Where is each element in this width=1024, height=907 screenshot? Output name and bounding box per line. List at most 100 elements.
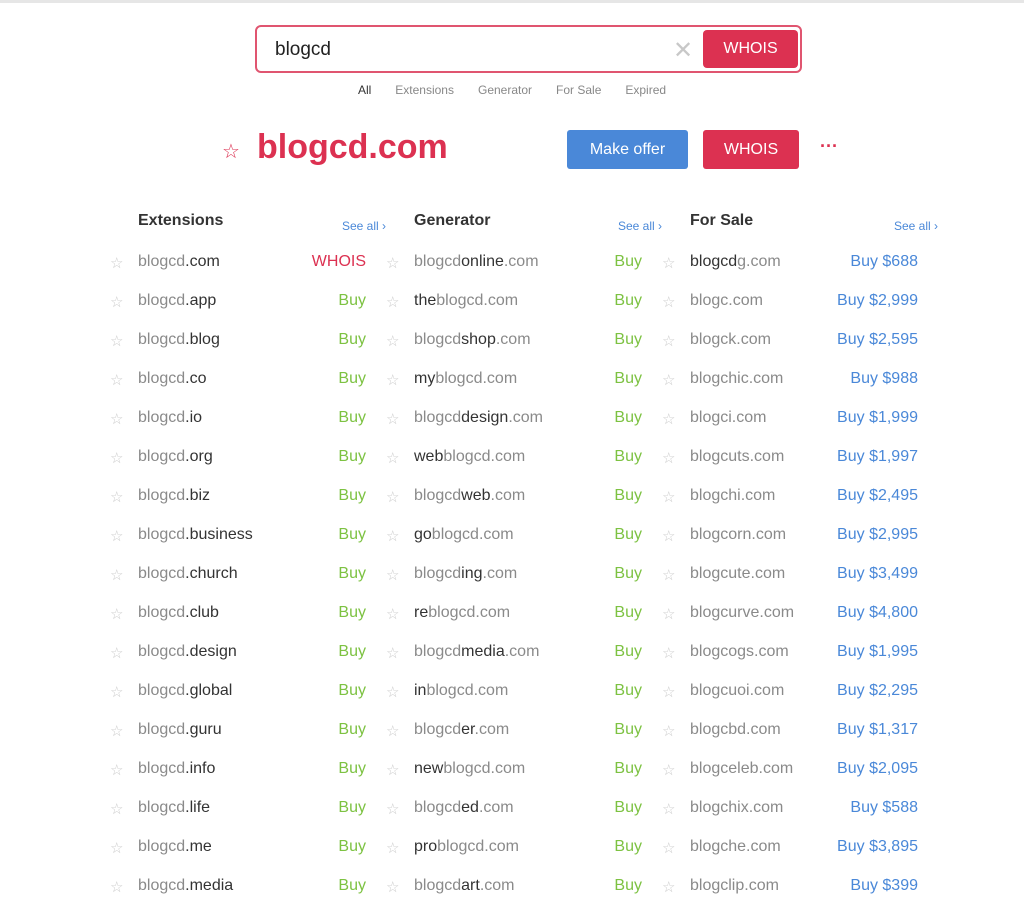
price-action[interactable]: Buy $1,999 [837, 409, 918, 427]
domain-name[interactable]: blogche.com [690, 838, 781, 856]
star-icon[interactable]: ☆ [110, 410, 123, 428]
domain-name[interactable]: blogcdonline.com [414, 253, 539, 271]
domain-name[interactable]: blogcd.business [138, 526, 253, 544]
buy-action[interactable]: Buy [338, 526, 366, 544]
buy-action[interactable]: Buy [614, 565, 642, 583]
star-icon[interactable]: ☆ [662, 527, 675, 545]
domain-name[interactable]: inblogcd.com [414, 682, 508, 700]
domain-name[interactable]: blogcdart.com [414, 877, 515, 895]
domain-name[interactable]: reblogcd.com [414, 604, 510, 622]
star-icon[interactable]: ☆ [110, 371, 123, 389]
star-icon[interactable]: ☆ [386, 839, 399, 857]
buy-action[interactable]: Buy [614, 370, 642, 388]
star-icon[interactable]: ☆ [110, 683, 123, 701]
star-icon[interactable]: ☆ [662, 761, 675, 779]
domain-name[interactable]: blogcute.com [690, 565, 785, 583]
domain-name[interactable]: blogci.com [690, 409, 766, 427]
price-action[interactable]: Buy $4,800 [837, 604, 918, 622]
star-icon[interactable]: ☆ [110, 488, 123, 506]
star-icon[interactable]: ☆ [386, 410, 399, 428]
star-icon[interactable]: ☆ [662, 332, 675, 350]
star-icon[interactable]: ☆ [110, 644, 123, 662]
buy-action[interactable]: Buy [614, 292, 642, 310]
buy-action[interactable]: Buy [614, 721, 642, 739]
star-icon[interactable]: ☆ [662, 839, 675, 857]
price-action[interactable]: Buy $1,317 [837, 721, 918, 739]
tab-extensions[interactable]: Extensions [395, 83, 454, 97]
see-all-link[interactable]: See all › [894, 219, 938, 233]
domain-name[interactable]: blogcd.biz [138, 487, 210, 505]
buy-action[interactable]: Buy [338, 877, 366, 895]
domain-name[interactable]: blogcd.info [138, 760, 215, 778]
domain-name[interactable]: webblogcd.com [414, 448, 525, 466]
buy-action[interactable]: Buy [338, 487, 366, 505]
search-input[interactable] [275, 37, 655, 63]
buy-action[interactable]: Buy [614, 877, 642, 895]
tab-expired[interactable]: Expired [625, 83, 666, 97]
domain-name[interactable]: blogcd.org [138, 448, 213, 466]
price-action[interactable]: Buy $2,495 [837, 487, 918, 505]
buy-action[interactable]: Buy [614, 838, 642, 856]
star-icon[interactable]: ☆ [386, 254, 399, 272]
buy-action[interactable]: Buy [338, 799, 366, 817]
domain-name[interactable]: blogcdweb.com [414, 487, 525, 505]
star-icon[interactable]: ☆ [662, 293, 675, 311]
domain-name[interactable]: blogceleb.com [690, 760, 793, 778]
domain-name[interactable]: blogcd.io [138, 409, 202, 427]
domain-name[interactable]: theblogcd.com [414, 292, 518, 310]
star-icon[interactable]: ☆ [386, 527, 399, 545]
star-icon[interactable]: ☆ [386, 644, 399, 662]
domain-name[interactable]: blogcd.club [138, 604, 219, 622]
price-action[interactable]: Buy $688 [850, 253, 918, 271]
domain-name[interactable]: blogcurve.com [690, 604, 794, 622]
buy-action[interactable]: Buy [338, 643, 366, 661]
star-icon[interactable]: ☆ [662, 605, 675, 623]
price-action[interactable]: Buy $2,995 [837, 526, 918, 544]
make-offer-button[interactable]: Make offer [567, 130, 688, 169]
domain-name[interactable]: myblogcd.com [414, 370, 517, 388]
domain-name[interactable]: blogcogs.com [690, 643, 789, 661]
star-icon[interactable]: ☆ [662, 644, 675, 662]
buy-action[interactable]: Buy [338, 604, 366, 622]
price-action[interactable]: Buy $2,095 [837, 760, 918, 778]
domain-name[interactable]: blogcd.design [138, 643, 237, 661]
domain-name[interactable]: blogcd.blog [138, 331, 220, 349]
whois-button[interactable]: WHOIS [703, 130, 799, 169]
star-icon[interactable]: ☆ [386, 488, 399, 506]
star-icon[interactable]: ☆ [110, 839, 123, 857]
buy-action[interactable]: Buy [338, 448, 366, 466]
star-icon[interactable]: ☆ [662, 254, 675, 272]
price-action[interactable]: Buy $3,499 [837, 565, 918, 583]
star-icon[interactable]: ☆ [386, 371, 399, 389]
star-icon[interactable]: ☆ [386, 566, 399, 584]
star-icon[interactable]: ☆ [662, 566, 675, 584]
domain-name[interactable]: blogcd.life [138, 799, 210, 817]
star-icon[interactable]: ☆ [386, 605, 399, 623]
star-icon[interactable]: ☆ [110, 722, 123, 740]
buy-action[interactable]: Buy [338, 721, 366, 739]
tab-all[interactable]: All [358, 83, 371, 97]
domain-name[interactable]: blogck.com [690, 331, 771, 349]
domain-name[interactable]: blogclip.com [690, 877, 779, 895]
domain-name[interactable]: blogcuoi.com [690, 682, 784, 700]
domain-name[interactable]: newblogcd.com [414, 760, 525, 778]
star-icon[interactable]: ☆ [662, 410, 675, 428]
price-action[interactable]: Buy $588 [850, 799, 918, 817]
price-action[interactable]: Buy $1,995 [837, 643, 918, 661]
buy-action[interactable]: Buy [338, 370, 366, 388]
star-icon[interactable]: ☆ [662, 878, 675, 896]
star-icon[interactable]: ☆ [662, 800, 675, 818]
see-all-link[interactable]: See all › [618, 219, 662, 233]
price-action[interactable]: Buy $2,999 [837, 292, 918, 310]
star-icon[interactable]: ☆ [110, 800, 123, 818]
buy-action[interactable]: Buy [614, 331, 642, 349]
tab-for-sale[interactable]: For Sale [556, 83, 601, 97]
star-icon[interactable]: ☆ [110, 605, 123, 623]
buy-action[interactable]: Buy [614, 799, 642, 817]
more-icon[interactable]: ··· [820, 136, 838, 157]
star-icon[interactable]: ☆ [110, 566, 123, 584]
domain-name[interactable]: blogcder.com [414, 721, 509, 739]
star-icon[interactable]: ☆ [110, 293, 123, 311]
buy-action[interactable]: Buy [338, 292, 366, 310]
price-action[interactable]: Buy $1,997 [837, 448, 918, 466]
